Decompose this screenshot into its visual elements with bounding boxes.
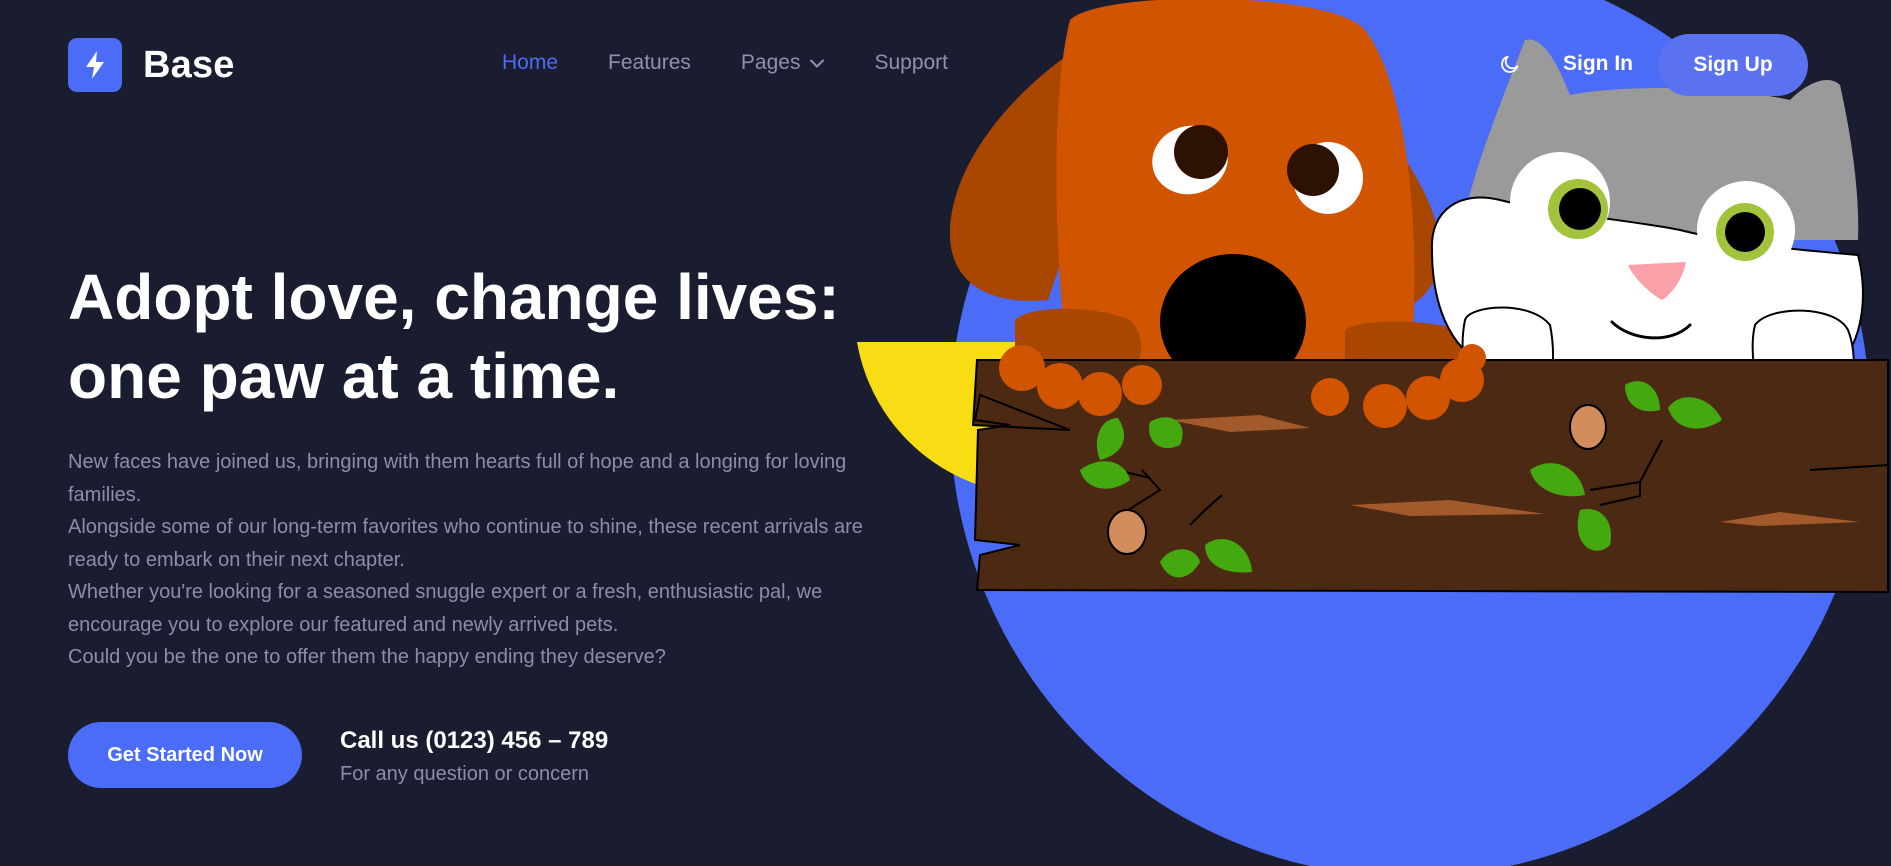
- sign-in-link[interactable]: Sign In: [1563, 52, 1633, 76]
- hero-title-line-1: Adopt love, change lives:: [68, 261, 840, 333]
- nav-home[interactable]: Home: [502, 51, 558, 75]
- hero-paragraph: Whether you're looking for a seasoned sn…: [68, 581, 823, 636]
- nav-support[interactable]: Support: [874, 51, 948, 75]
- get-started-button[interactable]: Get Started Now: [68, 722, 302, 788]
- call-subtitle: For any question or concern: [340, 763, 590, 785]
- chevron-down-icon: [810, 59, 825, 68]
- nav-pages[interactable]: Pages: [741, 51, 825, 75]
- main-nav: Home Features Pages Support: [502, 51, 998, 75]
- hero-description: New faces have joined us, bringing with …: [68, 446, 908, 674]
- site-header: Base Home Features Pages Support Sign In…: [0, 0, 1891, 130]
- hero-paragraph: Alongside some of our long-term favorite…: [68, 516, 863, 571]
- hero-title: Adopt love, change lives: one paw at a t…: [68, 258, 928, 416]
- hero-paragraph: Could you be the one to offer them the h…: [68, 646, 666, 668]
- nav-pages-label: Pages: [740, 51, 801, 74]
- call-phone[interactable]: Call us (0123) 456 – 789: [340, 726, 608, 756]
- moon-icon[interactable]: [1496, 50, 1524, 78]
- lightning-bolt-icon: [68, 38, 122, 92]
- nav-features[interactable]: Features: [608, 51, 691, 75]
- brand-name: Base: [143, 43, 235, 86]
- hero-paragraph: New faces have joined us, bringing with …: [68, 451, 847, 506]
- logo-link[interactable]: Base: [68, 38, 235, 92]
- sign-up-button[interactable]: Sign Up: [1658, 34, 1808, 96]
- hero-title-line-2: one paw at a time.: [68, 340, 620, 412]
- call-info: Call us (0123) 456 – 789 For any questio…: [340, 726, 608, 789]
